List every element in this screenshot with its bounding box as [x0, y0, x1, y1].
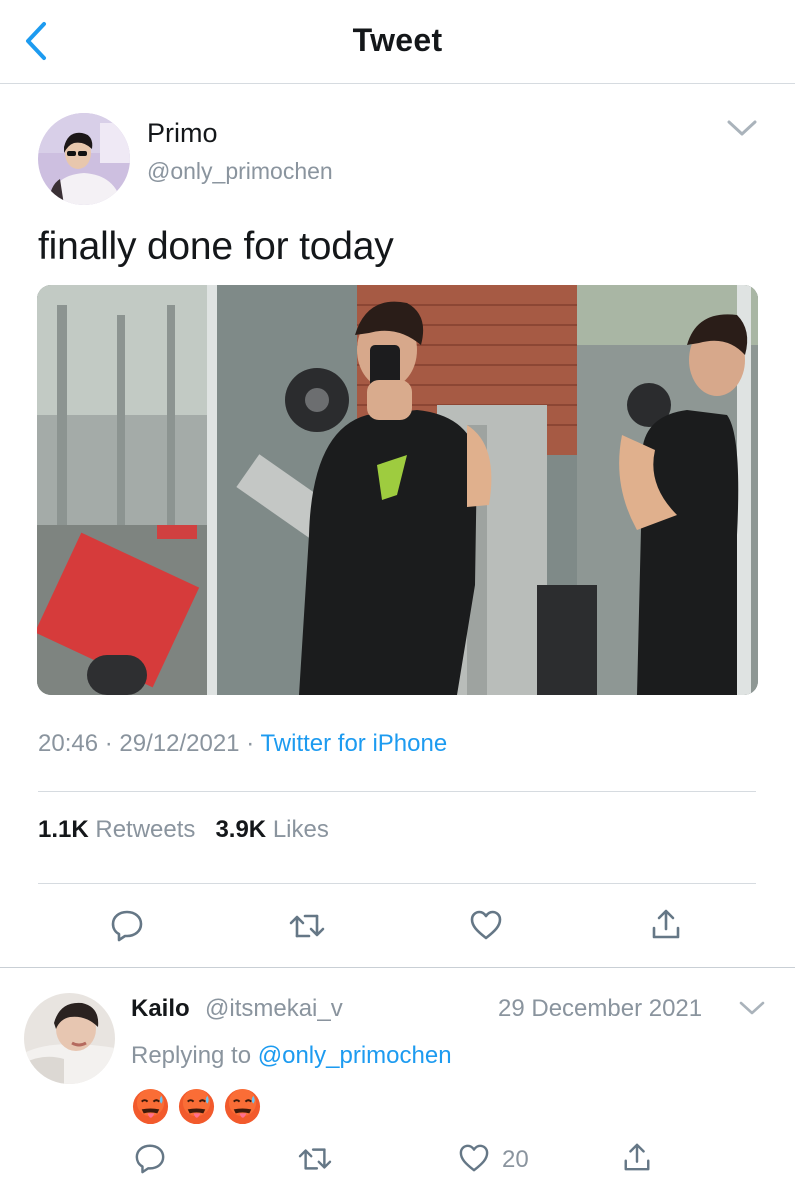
top-bar: Tweet	[0, 0, 795, 84]
more-options-button[interactable]	[724, 116, 760, 140]
heart-icon	[459, 1144, 489, 1172]
reply-share-button[interactable]	[622, 1140, 652, 1174]
author-name[interactable]: Primo	[147, 118, 218, 149]
gym-mirror-selfie-image	[37, 285, 758, 695]
hot-face-emoji	[224, 1088, 261, 1125]
retweet-icon	[298, 1148, 332, 1170]
reply-icon	[111, 910, 143, 942]
heart-icon	[470, 910, 502, 940]
hot-face-emoji	[178, 1088, 215, 1125]
tweet-timestamp-line: 20:46 · 29/12/2021 · Twitter for iPhone	[38, 730, 447, 758]
retweets-count: 1.1K	[38, 816, 89, 843]
tweet-source-link[interactable]: Twitter for iPhone	[260, 730, 447, 757]
share-icon	[652, 909, 680, 939]
author-handle[interactable]: @only_primochen	[147, 158, 333, 185]
tweet-stats: 1.1K Retweets 3.9K Likes	[38, 816, 329, 844]
reply-like-button[interactable]	[458, 1143, 490, 1173]
reply-author-handle[interactable]: @itsmekai_v	[205, 995, 343, 1023]
reply-more-options-button[interactable]	[737, 998, 767, 1018]
tweet-date: 29/12/2021	[119, 730, 240, 757]
likes-count: 3.9K	[215, 816, 267, 843]
author-avatar[interactable]	[38, 113, 130, 205]
thread-separator	[0, 967, 795, 968]
reply-icon	[135, 1144, 165, 1174]
chevron-down-icon	[739, 1001, 765, 1015]
separator-dot: ·	[246, 730, 261, 757]
replying-to-prefix: Replying to	[131, 1042, 252, 1069]
reply-button[interactable]	[110, 908, 144, 942]
tweet-text: finally done for today	[38, 225, 394, 268]
likes-stat[interactable]: 3.9K Likes	[215, 816, 328, 843]
retweet-icon	[289, 914, 325, 938]
reply-text	[131, 1087, 262, 1127]
tweet-photo[interactable]	[37, 285, 758, 695]
reply-date: 29 December 2021	[498, 995, 703, 1022]
chevron-down-icon	[727, 120, 757, 136]
retweets-stat[interactable]: 1.1K Retweets	[38, 816, 195, 843]
tweet-time: 20:46	[38, 730, 99, 757]
likes-label: Likes	[272, 816, 329, 843]
like-button[interactable]	[469, 909, 503, 941]
share-button[interactable]	[650, 906, 682, 942]
hot-face-emoji	[132, 1088, 169, 1125]
separator-dot: ·	[104, 730, 120, 757]
replying-to-line: Replying to @only_primochen	[131, 1042, 452, 1070]
page-title: Tweet	[352, 22, 443, 58]
divider	[38, 791, 756, 792]
avatar-image	[24, 993, 115, 1084]
reply-like-count: 20	[502, 1146, 529, 1173]
avatar-image	[38, 113, 130, 205]
share-icon	[624, 1143, 650, 1171]
reply-reply-button[interactable]	[134, 1142, 166, 1174]
reply-author-name[interactable]: Kailo	[131, 995, 190, 1023]
retweets-label: Retweets	[95, 816, 196, 843]
reply-retweet-button[interactable]	[297, 1144, 333, 1174]
reply-author-avatar[interactable]	[24, 993, 115, 1084]
replying-to-mention[interactable]: @only_primochen	[258, 1042, 452, 1069]
divider	[38, 883, 756, 884]
retweet-button[interactable]	[288, 910, 326, 942]
